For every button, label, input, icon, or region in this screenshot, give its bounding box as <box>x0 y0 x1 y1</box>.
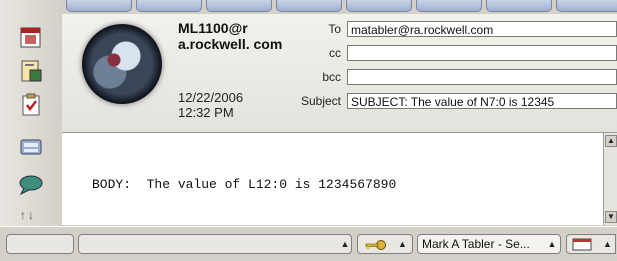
tab[interactable] <box>136 0 202 12</box>
tab[interactable] <box>66 0 132 12</box>
current-user: Mark A Tabler - Se... <box>422 237 530 251</box>
body-scrollbar[interactable]: ▲ ▼ <box>603 133 617 225</box>
notes-icon[interactable] <box>18 58 44 84</box>
tab[interactable] <box>486 0 552 12</box>
message-date: 12/22/2006 <box>178 90 244 105</box>
bcc-field[interactable] <box>347 69 617 85</box>
bookmark-rail: ↑↓ <box>0 0 63 226</box>
security-dropdown-arrow[interactable]: ▲ <box>398 236 407 252</box>
tab-strip <box>62 0 617 14</box>
to-field[interactable]: matabler@ra.rockwell.com <box>347 21 617 37</box>
subject-label: Subject <box>300 94 341 108</box>
security-box[interactable]: ▲ <box>357 234 413 254</box>
envelope-icon <box>572 238 592 256</box>
scroll-up-button[interactable]: ▲ <box>605 135 617 147</box>
status-dropdown-arrow[interactable]: ▲ <box>338 237 352 251</box>
current-user-box[interactable]: Mark A Tabler - Se... <box>417 234 561 254</box>
tab[interactable] <box>346 0 412 12</box>
tab[interactable] <box>206 0 272 12</box>
cc-field[interactable] <box>347 45 617 61</box>
rail-scroll-arrows[interactable]: ↑↓ <box>20 208 36 222</box>
chat-icon[interactable] <box>18 172 44 198</box>
message-body-text: BODY: The value of L12:0 is 1234567890 <box>92 177 397 192</box>
message-header: ML1100@r a.rockwell. com 12/22/2006 12:3… <box>62 14 617 133</box>
scroll-down-button[interactable]: ▼ <box>605 211 617 223</box>
sender-avatar-globe <box>82 24 162 104</box>
sender-address: ML1100@r a.rockwell. com <box>178 20 283 52</box>
cc-label: cc <box>329 46 341 60</box>
message-body[interactable]: BODY: The value of L12:0 is 1234567890 <box>62 133 603 225</box>
bcc-label: bcc <box>322 70 341 84</box>
to-label: To <box>328 22 341 36</box>
status-box-main <box>78 234 352 254</box>
tab[interactable] <box>276 0 342 12</box>
message-time: 12:32 PM <box>178 105 234 120</box>
mail-dropdown-arrow[interactable]: ▲ <box>603 236 612 252</box>
user-dropdown-arrow[interactable]: ▲ <box>545 237 559 251</box>
message-timestamp: 12/22/2006 12:32 PM <box>178 90 288 120</box>
contacts-icon[interactable] <box>18 134 44 160</box>
status-box-left <box>6 234 74 254</box>
key-icon <box>364 238 388 256</box>
tab[interactable] <box>416 0 482 12</box>
tab[interactable] <box>556 0 617 12</box>
subject-field[interactable]: SUBJECT: The value of N7:0 is 12345 <box>347 93 617 109</box>
calendar-icon[interactable] <box>18 24 44 50</box>
status-bar: ▲ ▲ Mark A Tabler - Se... ▲ ▲ <box>0 226 617 261</box>
mail-box[interactable]: ▲ <box>566 234 616 254</box>
todo-icon[interactable] <box>18 92 44 118</box>
